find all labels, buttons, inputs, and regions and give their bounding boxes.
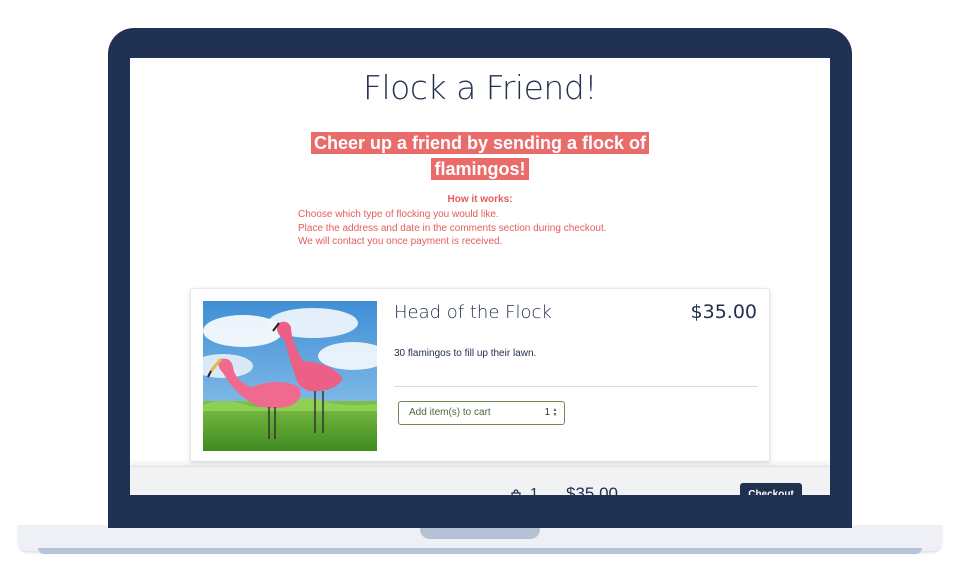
how-it-works-step: We will contact you once payment is rece…	[298, 236, 503, 247]
quantity-stepper-icon[interactable]: ▲ ▼	[552, 408, 558, 418]
quantity-input[interactable]: 1	[544, 407, 550, 418]
add-to-cart-label[interactable]: Add item(s) to cart	[409, 407, 491, 418]
card-divider	[394, 386, 758, 387]
subtitle-line-1: Cheer up a friend by sending a flock of	[310, 132, 650, 154]
product-name[interactable]: Head of the Flock	[394, 302, 552, 323]
product-price: $35.00	[690, 301, 757, 323]
how-it-works-step: Place the address and date in the commen…	[298, 222, 607, 234]
subtitle-banner: Cheer up a friend by sending a flock of …	[310, 131, 650, 183]
laptop-base-edge	[38, 548, 922, 554]
cart-bar: 1 $35.00 Checkout	[130, 466, 830, 495]
checkout-button[interactable]: Checkout	[740, 483, 802, 495]
product-image-flamingos[interactable]	[203, 301, 377, 451]
page-title: Flock a Friend!	[362, 68, 598, 107]
how-it-works-heading: How it works:	[447, 194, 513, 205]
add-to-cart-control[interactable]: Add item(s) to cart 1 ▲ ▼	[398, 401, 565, 425]
shopping-bag-icon[interactable]	[510, 488, 522, 495]
how-it-works-list: Choose which type of flocking you would …	[298, 208, 607, 249]
subtitle-line-2: flamingos!	[431, 158, 529, 180]
laptop-screen: Flock a Friend! Cheer up a friend by sen…	[130, 58, 830, 495]
cart-total: $35.00	[566, 484, 618, 495]
product-description: 30 flamingos to fill up their lawn.	[394, 348, 537, 359]
cart-item-count: 1	[530, 485, 539, 495]
how-it-works-step: Choose which type of flocking you would …	[298, 209, 499, 220]
product-card: Head of the Flock $35.00 30 flamingos to…	[190, 288, 770, 462]
